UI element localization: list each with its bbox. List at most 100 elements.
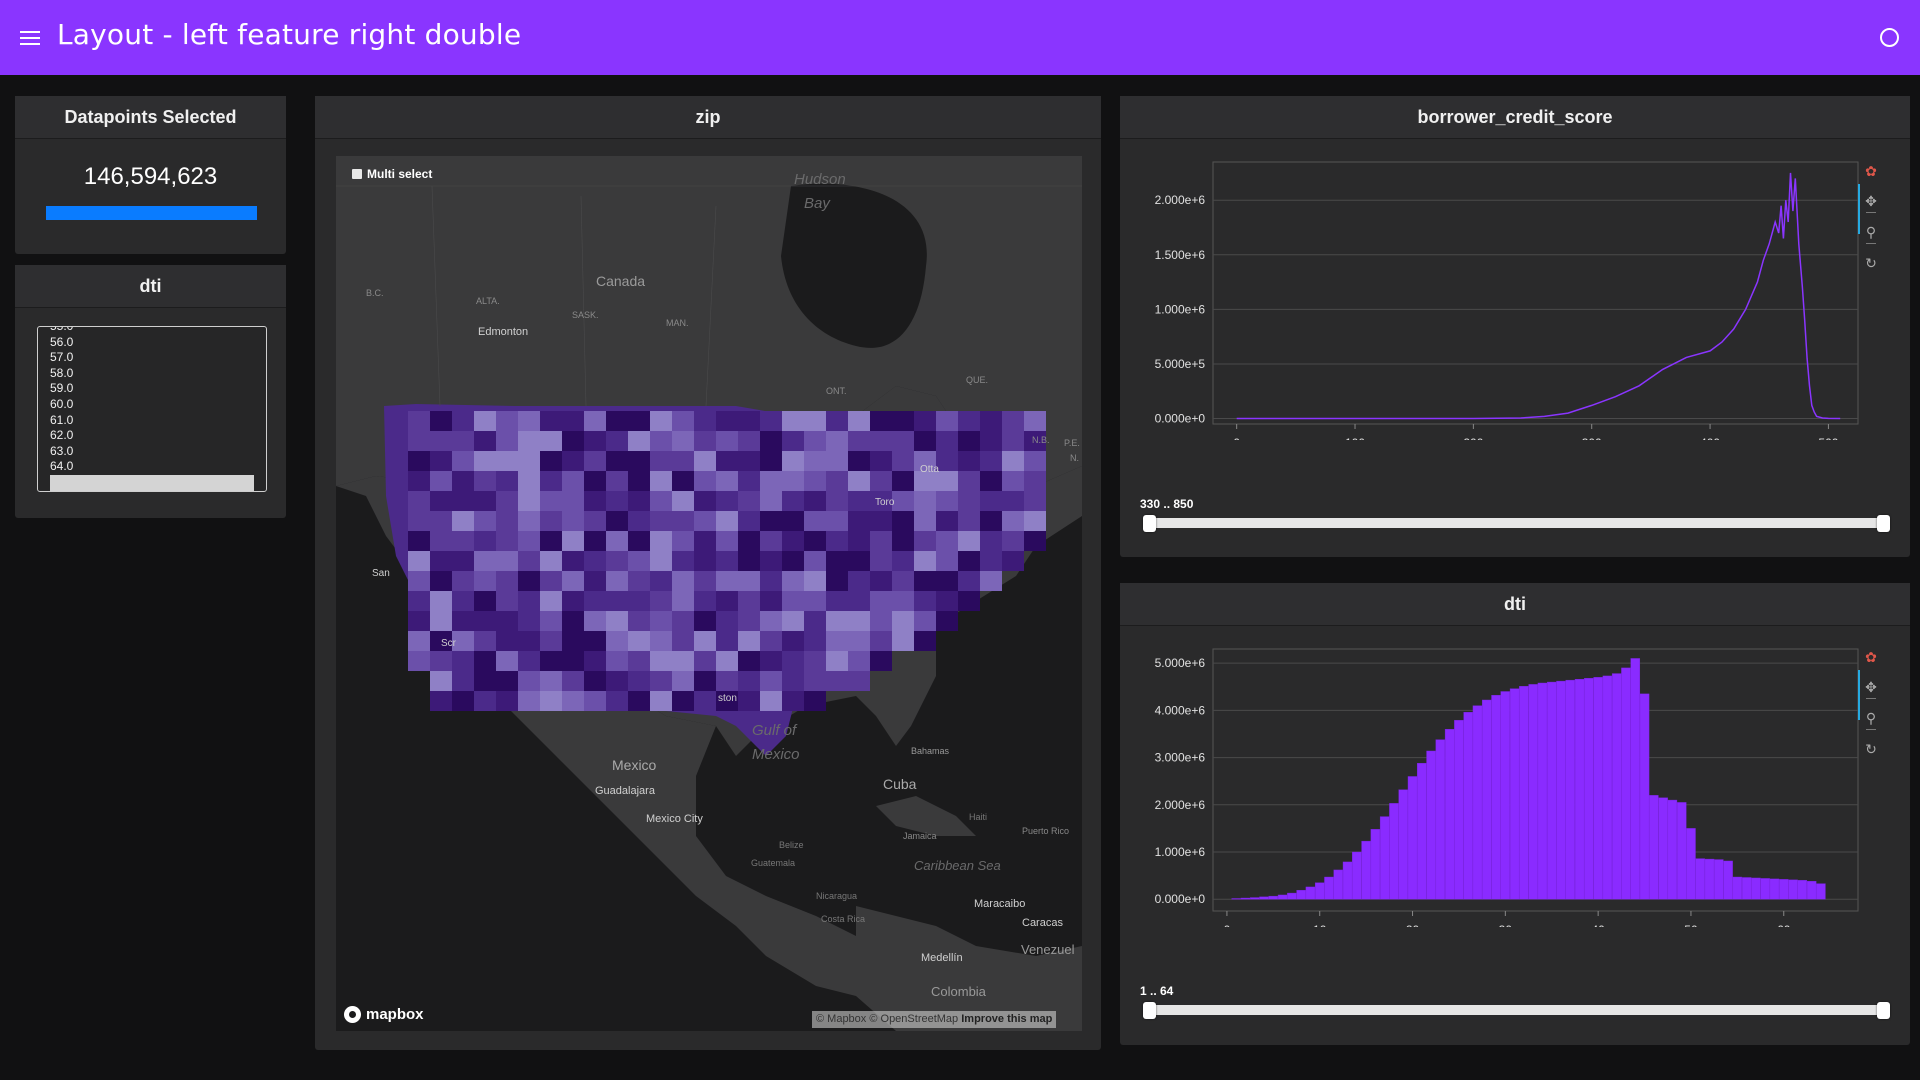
zip-region[interactable]: [760, 611, 782, 631]
zip-region[interactable]: [914, 531, 936, 551]
zip-region[interactable]: [650, 591, 672, 611]
zip-region[interactable]: [826, 571, 848, 591]
zip-region[interactable]: [760, 431, 782, 451]
zip-region[interactable]: [540, 511, 562, 531]
zip-region[interactable]: [870, 511, 892, 531]
zip-region[interactable]: [826, 511, 848, 531]
zip-region[interactable]: [980, 491, 1002, 511]
zip-region[interactable]: [628, 571, 650, 591]
map-canvas[interactable]: Hudson Bay Canada B.C. ALTA. SASK. MAN. Edmonto…: [336, 156, 1082, 1031]
zip-region[interactable]: [782, 551, 804, 571]
mapbox-logo[interactable]: mapbox: [344, 1006, 424, 1023]
zip-region[interactable]: [540, 651, 562, 671]
zip-region[interactable]: [562, 471, 584, 491]
zip-region[interactable]: [804, 631, 826, 651]
zip-region[interactable]: [562, 451, 584, 471]
multi-select-toggle[interactable]: Multi select: [352, 167, 432, 181]
zip-region[interactable]: [650, 451, 672, 471]
zip-region[interactable]: [870, 591, 892, 611]
dti-multiselect-list[interactable]: 55.0 56.0 57.0 58.0 59.0 60.0 61.0 62.0 63.0 64.…: [37, 326, 267, 492]
zip-region[interactable]: [870, 551, 892, 571]
zip-region[interactable]: [408, 551, 430, 571]
zip-region[interactable]: [628, 691, 650, 711]
zip-region[interactable]: [738, 451, 760, 471]
zip-region[interactable]: [562, 411, 584, 431]
reset-icon[interactable]: ↻: [1862, 740, 1880, 758]
zip-region[interactable]: [870, 431, 892, 451]
zip-region[interactable]: [782, 491, 804, 511]
zip-region[interactable]: [694, 691, 716, 711]
zip-region[interactable]: [628, 551, 650, 571]
zip-region[interactable]: [562, 591, 584, 611]
zip-region[interactable]: [804, 591, 826, 611]
zip-region[interactable]: [870, 651, 892, 671]
zip-region[interactable]: [936, 591, 958, 611]
zip-region[interactable]: [496, 431, 518, 451]
zip-region[interactable]: [606, 531, 628, 551]
zip-region[interactable]: [408, 451, 430, 471]
zip-region[interactable]: [606, 691, 628, 711]
zip-region[interactable]: [848, 451, 870, 471]
zip-region[interactable]: [760, 551, 782, 571]
zip-region[interactable]: [584, 611, 606, 631]
zip-region[interactable]: [474, 691, 496, 711]
zip-region[interactable]: [848, 651, 870, 671]
zip-region[interactable]: [672, 531, 694, 551]
zip-region[interactable]: [496, 611, 518, 631]
zip-region[interactable]: [782, 611, 804, 631]
dti-range-slider[interactable]: [1145, 1005, 1889, 1015]
zip-region[interactable]: [848, 491, 870, 511]
zip-region[interactable]: [562, 551, 584, 571]
zip-region[interactable]: [518, 651, 540, 671]
zip-region[interactable]: [540, 611, 562, 631]
zip-region[interactable]: [848, 471, 870, 491]
zip-region[interactable]: [848, 591, 870, 611]
zip-region[interactable]: [606, 431, 628, 451]
zip-region[interactable]: [738, 631, 760, 651]
zip-region[interactable]: [474, 451, 496, 471]
zip-region[interactable]: [452, 551, 474, 571]
zip-region[interactable]: [430, 571, 452, 591]
zip-region[interactable]: [804, 411, 826, 431]
zip-region[interactable]: [782, 691, 804, 711]
zip-region[interactable]: [914, 511, 936, 531]
zip-region[interactable]: [848, 411, 870, 431]
zip-region[interactable]: [1024, 451, 1046, 471]
zip-region[interactable]: [716, 471, 738, 491]
zip-region[interactable]: [452, 511, 474, 531]
zip-region[interactable]: [958, 451, 980, 471]
zip-region[interactable]: [716, 631, 738, 651]
zip-region[interactable]: [496, 411, 518, 431]
zip-region[interactable]: [672, 411, 694, 431]
zip-region[interactable]: [452, 671, 474, 691]
zip-region[interactable]: [1002, 411, 1024, 431]
zip-region[interactable]: [738, 431, 760, 451]
zip-region[interactable]: [430, 431, 452, 451]
zip-region[interactable]: [606, 591, 628, 611]
zip-region[interactable]: [430, 591, 452, 611]
zip-region[interactable]: [452, 651, 474, 671]
zip-region[interactable]: [452, 491, 474, 511]
zip-region[interactable]: [518, 591, 540, 611]
zip-region[interactable]: [958, 471, 980, 491]
zip-region[interactable]: [628, 651, 650, 671]
zip-region[interactable]: [650, 411, 672, 431]
zip-region[interactable]: [826, 551, 848, 571]
zip-region[interactable]: [672, 471, 694, 491]
zip-region[interactable]: [848, 531, 870, 551]
hamburger-icon[interactable]: [20, 31, 40, 45]
zip-region[interactable]: [980, 551, 1002, 571]
zip-region[interactable]: [716, 671, 738, 691]
zip-region[interactable]: [980, 511, 1002, 531]
zip-region[interactable]: [760, 411, 782, 431]
zip-region[interactable]: [694, 511, 716, 531]
zip-region[interactable]: [980, 431, 1002, 451]
zip-region[interactable]: [650, 651, 672, 671]
zip-region[interactable]: [584, 471, 606, 491]
zip-region[interactable]: [782, 531, 804, 551]
zip-region[interactable]: [672, 451, 694, 471]
zip-region[interactable]: [562, 611, 584, 631]
zip-region[interactable]: [474, 551, 496, 571]
zip-region[interactable]: [826, 431, 848, 451]
zip-region[interactable]: [650, 671, 672, 691]
